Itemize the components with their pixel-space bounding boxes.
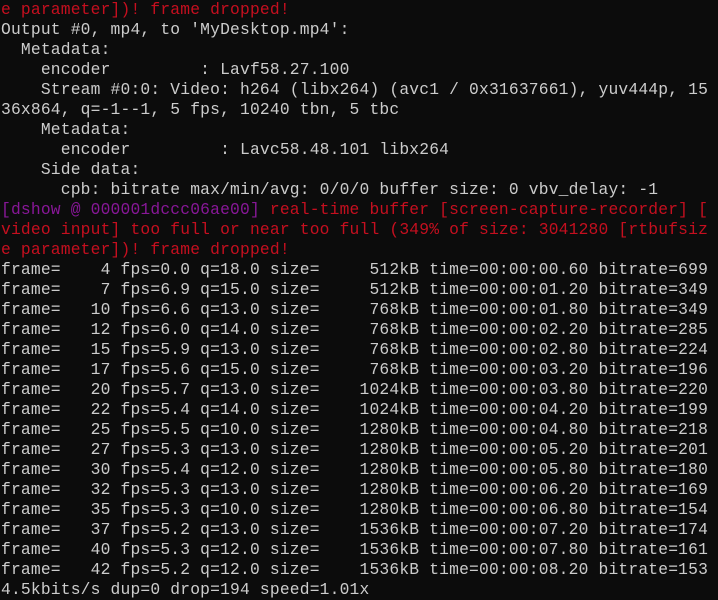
terminal-line: frame= 20 fps=5.7 q=13.0 size= 1024kB ti… — [1, 380, 708, 400]
terminal-line: frame= 25 fps=5.5 q=10.0 size= 1280kB ti… — [1, 420, 708, 440]
log-text: Side data: — [1, 160, 141, 179]
terminal-line: frame= 42 fps=5.2 q=12.0 size= 1536kB ti… — [1, 560, 708, 580]
terminal-line: encoder : Lavf58.27.100 — [1, 60, 350, 80]
error-message-text: e parameter])! frame dropped! — [1, 240, 290, 259]
log-text: cpb: bitrate max/min/avg: 0/0/0 buffer s… — [1, 180, 659, 199]
log-text: Output #0, mp4, to 'MyDesktop.mp4': — [1, 20, 350, 39]
terminal-window[interactable]: e parameter])! frame dropped! Output #0, … — [0, 0, 718, 600]
terminal-line: frame= 7 fps=6.9 q=15.0 size= 512kB time… — [1, 280, 708, 300]
log-text: frame= 42 fps=5.2 q=12.0 size= 1536kB ti… — [1, 560, 709, 579]
terminal-line: frame= 22 fps=5.4 q=14.0 size= 1024kB ti… — [1, 400, 708, 420]
error-message-text: e parameter])! frame dropped! — [1, 0, 290, 19]
terminal-line: frame= 10 fps=6.6 q=13.0 size= 768kB tim… — [1, 300, 708, 320]
log-text: frame= 22 fps=5.4 q=14.0 size= 1024kB ti… — [1, 400, 709, 419]
log-text: Metadata: — [1, 120, 131, 139]
terminal-line: Metadata: — [1, 40, 111, 60]
log-text: frame= 7 fps=6.9 q=15.0 size= 512kB time… — [1, 280, 709, 299]
terminal-line: frame= 17 fps=5.6 q=15.0 size= 768kB tim… — [1, 360, 708, 380]
error-message-text: video input] too full or near too full (… — [1, 220, 709, 239]
terminal-line: frame= 40 fps=5.3 q=12.0 size= 1536kB ti… — [1, 540, 708, 560]
log-text: frame= 30 fps=5.4 q=12.0 size= 1280kB ti… — [1, 460, 709, 479]
terminal-line: Metadata: — [1, 120, 130, 140]
log-text: 36x864, q=-1--1, 5 fps, 10240 tbn, 5 tbc — [1, 100, 400, 119]
log-text: frame= 12 fps=6.0 q=14.0 size= 768kB tim… — [1, 320, 709, 339]
terminal-line: frame= 32 fps=5.3 q=13.0 size= 1280kB ti… — [1, 480, 708, 500]
log-text: frame= 40 fps=5.3 q=12.0 size= 1536kB ti… — [1, 540, 709, 559]
log-text: Metadata: — [1, 40, 111, 59]
terminal-line: e parameter])! frame dropped! — [1, 0, 290, 20]
terminal-line: [dshow @ 000001dccc06ae00] real-time buf… — [1, 200, 708, 220]
terminal-line: frame= 12 fps=6.0 q=14.0 size= 768kB tim… — [1, 320, 708, 340]
log-text: frame= 15 fps=5.9 q=13.0 size= 768kB tim… — [1, 340, 709, 359]
log-text: frame= 35 fps=5.3 q=10.0 size= 1280kB ti… — [1, 500, 709, 519]
log-text: encoder : Lavf58.27.100 — [1, 60, 350, 79]
terminal-line: frame= 27 fps=5.3 q=13.0 size= 1280kB ti… — [1, 440, 708, 460]
log-source-tag: [dshow @ 000001dccc06ae00] — [1, 200, 270, 219]
log-text: frame= 27 fps=5.3 q=13.0 size= 1280kB ti… — [1, 440, 709, 459]
log-text: frame= 10 fps=6.6 q=13.0 size= 768kB tim… — [1, 300, 709, 319]
terminal-line: video input] too full or near too full (… — [1, 220, 708, 240]
terminal-line: e parameter])! frame dropped! — [1, 240, 290, 260]
terminal-line: Stream #0:0: Video: h264 (libx264) (avc1… — [1, 80, 708, 100]
terminal-line: Output #0, mp4, to 'MyDesktop.mp4': — [1, 20, 350, 40]
log-text: Stream #0:0: Video: h264 (libx264) (avc1… — [1, 80, 709, 99]
terminal-line: encoder : Lavc58.48.101 libx264 — [1, 140, 449, 160]
log-text: frame= 20 fps=5.7 q=13.0 size= 1024kB ti… — [1, 380, 709, 399]
log-text: frame= 17 fps=5.6 q=15.0 size= 768kB tim… — [1, 360, 709, 379]
log-text: frame= 32 fps=5.3 q=13.0 size= 1280kB ti… — [1, 480, 709, 499]
log-text: encoder : Lavc58.48.101 libx264 — [1, 140, 450, 159]
terminal-line: frame= 4 fps=0.0 q=18.0 size= 512kB time… — [1, 260, 708, 280]
error-message-text: real-time buffer [screen-capture-recorde… — [269, 200, 709, 219]
terminal-line: frame= 37 fps=5.2 q=13.0 size= 1536kB ti… — [1, 520, 708, 540]
log-text: frame= 37 fps=5.2 q=13.0 size= 1536kB ti… — [1, 520, 709, 539]
log-text: frame= 4 fps=0.0 q=18.0 size= 512kB time… — [1, 260, 709, 279]
log-text: frame= 25 fps=5.5 q=10.0 size= 1280kB ti… — [1, 420, 709, 439]
terminal-line: 4.5kbits/s dup=0 drop=194 speed=1.01x — [1, 580, 369, 600]
terminal-line: cpb: bitrate max/min/avg: 0/0/0 buffer s… — [1, 180, 658, 200]
terminal-line: frame= 30 fps=5.4 q=12.0 size= 1280kB ti… — [1, 460, 708, 480]
terminal-line: Side data: — [1, 160, 140, 180]
terminal-line: frame= 35 fps=5.3 q=10.0 size= 1280kB ti… — [1, 500, 708, 520]
terminal-line: frame= 15 fps=5.9 q=13.0 size= 768kB tim… — [1, 340, 708, 360]
terminal-line: 36x864, q=-1--1, 5 fps, 10240 tbn, 5 tbc — [1, 100, 399, 120]
log-text: 4.5kbits/s dup=0 drop=194 speed=1.01x — [1, 580, 370, 599]
